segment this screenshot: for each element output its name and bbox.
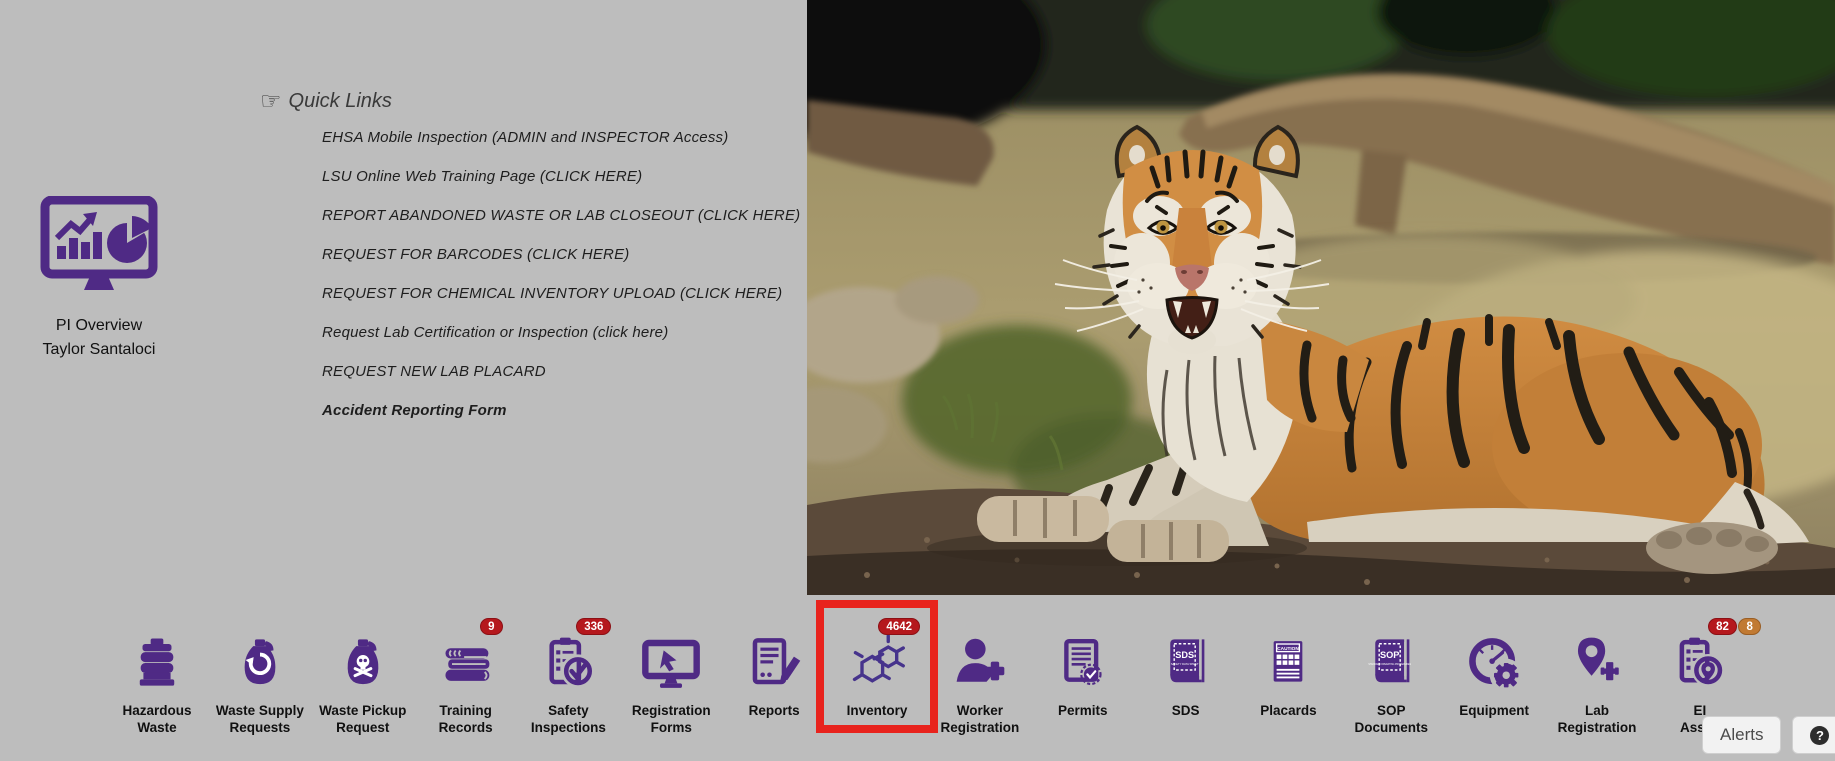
pi-overview-title: PI Overview — [18, 314, 180, 338]
toolbar-item-permits[interactable]: Permits — [1032, 615, 1134, 736]
toolbar-item-inventory[interactable]: 4642 Inventory — [826, 615, 928, 736]
quick-links-title: Quick Links — [289, 90, 392, 113]
quick-links: ☞ Quick Links EHSA Mobile Inspection (AD… — [260, 90, 780, 441]
alerts-button[interactable]: Alerts — [1702, 716, 1781, 754]
sop-icon-subtext: STANDARD OPERATING PROCEDURES — [1369, 663, 1412, 666]
quick-link-lsu-online-training[interactable]: LSU Online Web Training Page (CLICK HERE… — [322, 168, 780, 185]
toolbar-label: Lab Registration — [1546, 702, 1648, 736]
quick-link-accident-reporting-form[interactable]: Accident Reporting Form — [322, 402, 780, 419]
quick-link-report-abandoned-waste[interactable]: REPORT ABANDONED WASTE OR LAB CLOSEOUT (… — [322, 207, 780, 224]
alerts-button-label: Alerts — [1720, 725, 1763, 745]
toolbar-label: Equipment — [1459, 702, 1529, 719]
quick-links-header: ☞ Quick Links — [260, 90, 780, 113]
waste-jug-recycle-icon — [233, 633, 287, 693]
tiger-photo — [807, 0, 1835, 595]
molecule-icon — [847, 633, 907, 693]
waste-jug-skull-icon — [336, 633, 390, 693]
ei-assessments-badge: 82 — [1708, 618, 1737, 635]
toolbar-item-lab-registration[interactable]: Lab Registration — [1546, 615, 1648, 736]
toolbar-item-safety-inspections[interactable]: 336 Safety Inspections — [517, 615, 619, 736]
toolbar-label: Registration Forms — [620, 702, 722, 736]
toolbar-item-equipment[interactable]: Equipment — [1443, 615, 1545, 736]
books-icon — [436, 637, 496, 693]
report-pencil-icon — [745, 633, 803, 693]
quick-link-ehsa-mobile-inspection[interactable]: EHSA Mobile Inspection (ADMIN and INSPEC… — [322, 129, 780, 146]
toolbar-item-sds[interactable]: SDS SAFETY DATA SHEET SDS — [1135, 615, 1237, 736]
toolbar-item-worker-registration[interactable]: Worker Registration — [929, 615, 1031, 736]
toolbar-label: SDS — [1172, 702, 1200, 719]
ehsa-dashboard: PI Overview Taylor Santaloci ☞ Quick Lin… — [0, 0, 1835, 761]
sop-book-icon: SOP STANDARD OPERATING PROCEDURES — [1363, 633, 1419, 693]
sds-book-icon: SDS SAFETY DATA SHEET — [1158, 633, 1214, 693]
quick-link-new-lab-placard[interactable]: REQUEST NEW LAB PLACARD — [322, 363, 780, 380]
toolbar-label: SOP Documents — [1340, 702, 1442, 736]
inventory-badge: 4642 — [878, 618, 920, 635]
sop-icon-text: SOP — [1380, 650, 1399, 660]
toolbar-label: Placards — [1260, 702, 1316, 719]
toolbar-label: Training Records — [415, 702, 517, 736]
monitor-cursor-icon — [638, 637, 704, 693]
gauge-gear-icon — [1464, 633, 1524, 693]
module-toolbar: Hazardous Waste Waste Supply Requests Wa… — [106, 615, 1751, 736]
dashboard-monitor-icon — [39, 196, 159, 300]
assessment-clipboard-pin-icon — [1671, 633, 1729, 693]
pointing-hand-icon: ☞ — [260, 92, 282, 112]
help-question-icon: ? — [1810, 726, 1829, 745]
ei-assessments-badge-secondary: 8 — [1738, 618, 1760, 635]
waste-drum-icon — [128, 633, 186, 693]
floating-buttons: Alerts ? Help — [1702, 716, 1835, 754]
quick-links-list: EHSA Mobile Inspection (ADMIN and INSPEC… — [322, 129, 780, 419]
toolbar-item-hazardous-waste[interactable]: Hazardous Waste — [106, 615, 208, 736]
quick-link-request-barcodes[interactable]: REQUEST FOR BARCODES (CLICK HERE) — [322, 246, 780, 263]
pi-overview[interactable]: PI Overview Taylor Santaloci — [18, 196, 180, 362]
tiger-photo-art — [807, 0, 1835, 595]
toolbar-label: Waste Pickup Request — [312, 702, 414, 736]
pi-overview-user: Taylor Santaloci — [18, 338, 180, 362]
toolbar-label: Hazardous Waste — [106, 702, 208, 736]
toolbar-item-placards[interactable]: CAUTION Placards — [1237, 615, 1339, 736]
toolbar-label: Reports — [749, 702, 800, 719]
toolbar-label: Safety Inspections — [517, 702, 619, 736]
sds-icon-text: SDS — [1175, 650, 1194, 660]
toolbar-item-waste-supply-requests[interactable]: Waste Supply Requests — [209, 615, 311, 736]
quick-link-lab-certification[interactable]: Request Lab Certification or Inspection … — [322, 324, 780, 341]
toolbar-label: Permits — [1058, 702, 1108, 719]
sds-icon-subtext: SAFETY DATA SHEET — [1170, 662, 1198, 666]
training-records-badge: 9 — [480, 618, 502, 635]
toolbar-item-registration-forms[interactable]: Registration Forms — [620, 615, 722, 736]
toolbar-item-sop-documents[interactable]: SOP STANDARD OPERATING PROCEDURES SOP Do… — [1340, 615, 1442, 736]
inspection-clipboard-icon — [539, 633, 597, 693]
toolbar-label: Worker Registration — [929, 702, 1031, 736]
toolbar-item-training-records[interactable]: 9 Training Records — [415, 615, 517, 736]
toolbar-label: Inventory — [847, 702, 908, 719]
safety-inspections-badge: 336 — [576, 618, 611, 635]
help-button[interactable]: ? Help — [1792, 716, 1835, 754]
permit-certificate-icon — [1055, 633, 1111, 693]
placard-icon-text: CAUTION — [1278, 646, 1300, 652]
toolbar-item-reports[interactable]: Reports — [723, 615, 825, 736]
quick-link-chemical-inventory-upload[interactable]: REQUEST FOR CHEMICAL INVENTORY UPLOAD (C… — [322, 285, 780, 302]
add-location-pin-icon — [1568, 633, 1626, 693]
toolbar-item-waste-pickup-request[interactable]: Waste Pickup Request — [312, 615, 414, 736]
add-worker-icon — [950, 635, 1010, 693]
caution-placard-icon: CAUTION — [1261, 633, 1315, 693]
toolbar-label: Waste Supply Requests — [209, 702, 311, 736]
